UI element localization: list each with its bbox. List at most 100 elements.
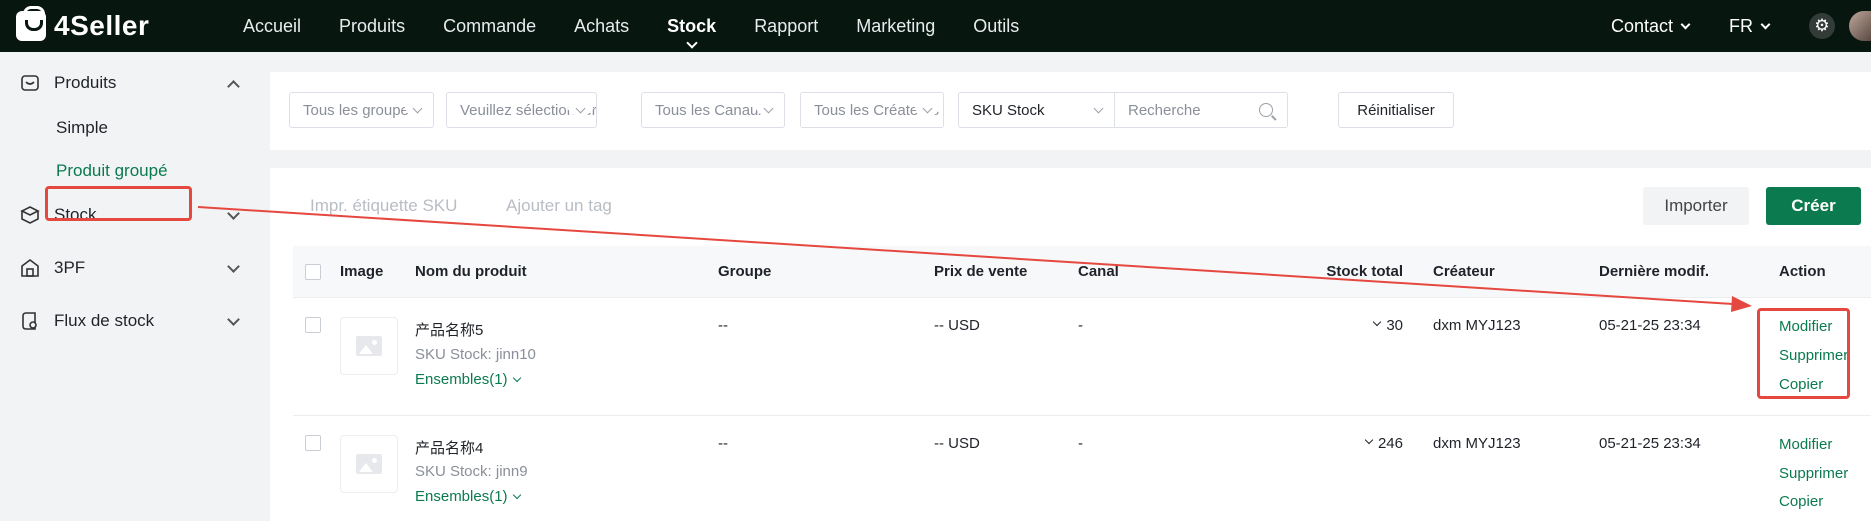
product-image-placeholder bbox=[340, 317, 398, 375]
product-channel: - bbox=[1078, 317, 1083, 334]
gear-icon[interactable]: ⚙ bbox=[1809, 13, 1835, 39]
nav-item-outils[interactable]: Outils bbox=[954, 0, 1038, 52]
column-header-channel: Canal bbox=[1078, 263, 1119, 280]
chevron-down-icon bbox=[1373, 317, 1382, 327]
chevron-down-icon bbox=[227, 207, 240, 220]
nav-item-rapport[interactable]: Rapport bbox=[735, 0, 837, 52]
top-right-controls: Contact FR ⚙ bbox=[1611, 0, 1871, 52]
table-row: 产品名称5 SKU Stock: jinn10 Ensembles(1) -- … bbox=[293, 299, 1871, 416]
delete-link[interactable]: Supprimer bbox=[1779, 347, 1848, 364]
create-button[interactable]: Créer bbox=[1766, 187, 1861, 225]
column-header-group: Groupe bbox=[718, 263, 772, 280]
brand-name: 4Seller bbox=[54, 10, 150, 41]
reset-button[interactable]: Réinitialiser bbox=[1338, 92, 1454, 128]
product-creator: dxm MYJ123 bbox=[1433, 435, 1521, 452]
chevron-down-icon bbox=[686, 37, 698, 49]
chevron-down-icon bbox=[1364, 435, 1374, 445]
search-field-value: SKU Stock bbox=[972, 101, 1045, 119]
sidebar: Produits Simple Produit groupé Stock 3PF… bbox=[0, 52, 253, 521]
search-icon[interactable] bbox=[1259, 103, 1273, 117]
column-header-image: Image bbox=[340, 263, 384, 280]
stock-total-toggle[interactable]: 30 bbox=[1309, 317, 1403, 334]
creator-filter-select[interactable]: Tous les Créateurs bbox=[800, 92, 944, 128]
print-sku-label-button[interactable]: Impr. étiquette SKU bbox=[310, 196, 457, 216]
product-sku: SKU Stock: jinn9 bbox=[415, 463, 528, 480]
channel-filter-select[interactable]: Tous les Canaux bbox=[641, 92, 785, 128]
chevron-down-icon bbox=[1760, 19, 1771, 29]
edit-link[interactable]: Modifier bbox=[1779, 318, 1832, 335]
nav-item-commande[interactable]: Commande bbox=[424, 0, 555, 52]
shopping-bag-icon bbox=[16, 6, 46, 41]
nav-item-achats[interactable]: Achats bbox=[555, 0, 648, 52]
image-placeholder-icon bbox=[356, 336, 382, 356]
nav-item-stock-label: Stock bbox=[667, 15, 717, 36]
sidebar-group-stock[interactable]: Stock bbox=[20, 200, 240, 230]
bundles-toggle[interactable]: Ensembles(1) bbox=[415, 488, 521, 505]
stock-total-toggle[interactable]: 246 bbox=[1309, 435, 1403, 452]
sidebar-item-simple[interactable]: Simple bbox=[56, 118, 108, 138]
product-sku: SKU Stock: jinn10 bbox=[415, 346, 536, 363]
edit-link[interactable]: Modifier bbox=[1779, 436, 1832, 453]
column-header-price: Prix de vente bbox=[934, 263, 1028, 280]
stock-flow-icon bbox=[20, 311, 40, 331]
chevron-down-icon bbox=[512, 490, 521, 500]
copy-link[interactable]: Copier bbox=[1779, 376, 1823, 393]
product-price: -- USD bbox=[934, 435, 980, 452]
search-input[interactable]: Recherche bbox=[1114, 92, 1288, 128]
bundles-toggle[interactable]: Ensembles(1) bbox=[415, 371, 521, 388]
language-menu[interactable]: FR bbox=[1729, 15, 1771, 37]
stock-total-value: 30 bbox=[1386, 317, 1403, 334]
table-row: 产品名称4 SKU Stock: jinn9 Ensembles(1) -- -… bbox=[293, 416, 1871, 521]
row-checkbox[interactable] bbox=[305, 317, 321, 333]
group-filter-value: Tous les groupes bbox=[303, 101, 417, 119]
top-navigation-bar: 4Seller Accueil Produits Commande Achats… bbox=[0, 0, 1871, 52]
main-nav: Accueil Produits Commande Achats Stock R… bbox=[224, 0, 1038, 52]
delete-link[interactable]: Supprimer bbox=[1779, 465, 1848, 482]
select-all-checkbox[interactable] bbox=[305, 264, 321, 280]
chevron-down-icon bbox=[227, 313, 240, 326]
chevron-down-icon bbox=[227, 260, 240, 273]
table-header: Image Nom du produit Groupe Prix de vent… bbox=[293, 246, 1871, 298]
chevron-down-icon bbox=[1093, 103, 1104, 114]
copy-link[interactable]: Copier bbox=[1779, 493, 1823, 510]
column-header-name: Nom du produit bbox=[415, 263, 527, 280]
product-modified: 05-21-25 23:34 bbox=[1599, 317, 1701, 334]
product-modified: 05-21-25 23:34 bbox=[1599, 435, 1701, 452]
chevron-up-icon bbox=[227, 80, 240, 93]
import-button[interactable]: Importer bbox=[1643, 187, 1749, 225]
product-box-icon bbox=[20, 73, 40, 93]
stock-icon bbox=[20, 205, 40, 225]
sidebar-group-3pf[interactable]: 3PF bbox=[20, 253, 240, 283]
bundles-label: Ensembles(1) bbox=[415, 488, 508, 505]
row-checkbox[interactable] bbox=[305, 435, 321, 451]
channel-filter-value: Tous les Canaux bbox=[655, 101, 766, 119]
sidebar-group-flux-de-stock[interactable]: Flux de stock bbox=[20, 306, 240, 336]
product-group: -- bbox=[718, 435, 728, 452]
add-tag-button[interactable]: Ajouter un tag bbox=[506, 196, 612, 216]
contact-menu[interactable]: Contact bbox=[1610, 15, 1691, 37]
sidebar-group-label: Produits bbox=[54, 73, 117, 92]
brand-logo[interactable]: 4Seller bbox=[16, 6, 150, 44]
chevron-down-icon bbox=[1680, 19, 1691, 29]
nav-item-produits[interactable]: Produits bbox=[320, 0, 424, 52]
language-label: FR bbox=[1729, 15, 1753, 36]
product-name: 产品名称5 bbox=[415, 322, 484, 339]
generic-filter-select[interactable]: Veuillez sélectionner bbox=[446, 92, 597, 128]
nav-item-stock[interactable]: Stock bbox=[648, 0, 735, 52]
column-header-modified: Dernière modif. bbox=[1599, 263, 1710, 280]
sidebar-group-produits[interactable]: Produits bbox=[20, 68, 240, 98]
nav-item-accueil[interactable]: Accueil bbox=[224, 0, 320, 52]
chevron-down-icon bbox=[512, 373, 521, 383]
sidebar-group-label: 3PF bbox=[54, 258, 86, 277]
sidebar-item-produit-groupe[interactable]: Produit groupé bbox=[56, 161, 168, 181]
contact-label: Contact bbox=[1610, 15, 1673, 36]
sidebar-group-label: Flux de stock bbox=[54, 311, 155, 330]
filter-bar: Tous les groupes Veuillez sélectionner T… bbox=[270, 72, 1871, 150]
avatar[interactable] bbox=[1849, 11, 1871, 41]
bundles-label: Ensembles(1) bbox=[415, 371, 508, 388]
nav-item-marketing[interactable]: Marketing bbox=[837, 0, 954, 52]
group-filter-select[interactable]: Tous les groupes bbox=[289, 92, 434, 128]
search-field-select[interactable]: SKU Stock bbox=[958, 92, 1115, 128]
image-placeholder-icon bbox=[356, 454, 382, 474]
stock-total-value: 246 bbox=[1377, 435, 1403, 452]
